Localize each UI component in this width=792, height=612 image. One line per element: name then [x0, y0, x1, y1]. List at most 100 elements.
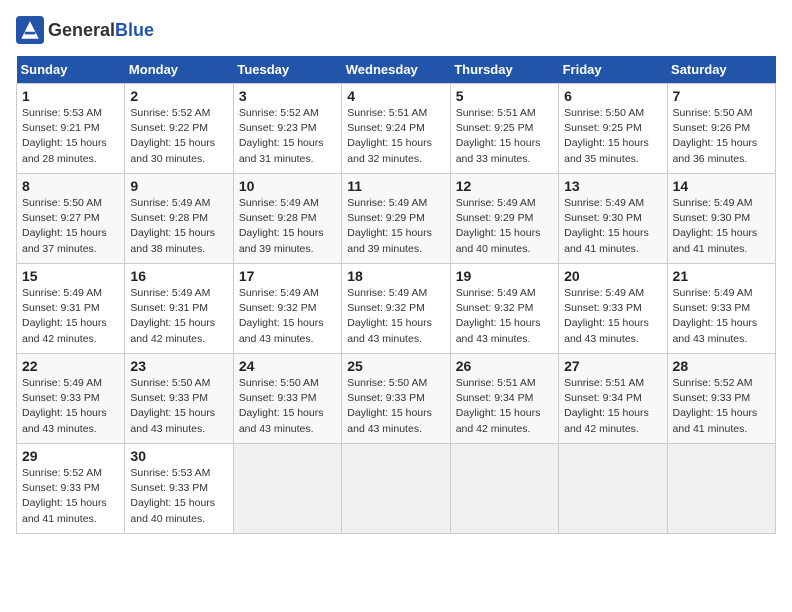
day-number: 3 [239, 88, 336, 104]
calendar-day: 15 Sunrise: 5:49 AMSunset: 9:31 PMDayligh… [17, 264, 125, 354]
calendar-table: SundayMondayTuesdayWednesdayThursdayFrid… [16, 56, 776, 534]
day-info: Sunrise: 5:49 AMSunset: 9:30 PMDaylight:… [673, 197, 758, 255]
day-number: 28 [673, 358, 770, 374]
day-number: 9 [130, 178, 227, 194]
day-number: 6 [564, 88, 661, 104]
calendar-day: 14 Sunrise: 5:49 AMSunset: 9:30 PMDayligh… [667, 174, 775, 264]
weekday-header-thursday: Thursday [450, 56, 558, 84]
calendar-day: 2Sunrise: 5:52 AMSunset: 9:22 PMDaylight… [125, 84, 233, 174]
calendar-day: 16 Sunrise: 5:49 AMSunset: 9:31 PMDayligh… [125, 264, 233, 354]
calendar-day: 29Sunrise: 5:52 AMSunset: 9:33 PMDayligh… [17, 444, 125, 534]
day-info: Sunrise: 5:51 AMSunset: 9:34 PMDaylight:… [564, 377, 649, 435]
calendar-day [559, 444, 667, 534]
day-number: 16 [130, 268, 227, 284]
calendar-day: 28 Sunrise: 5:52 AMSunset: 9:33 PMDayligh… [667, 354, 775, 444]
calendar-day: 9 Sunrise: 5:49 AMSunset: 9:28 PMDaylight… [125, 174, 233, 264]
calendar-day: 23Sunrise: 5:50 AMSunset: 9:33 PMDayligh… [125, 354, 233, 444]
day-info: Sunrise: 5:49 AMSunset: 9:28 PMDaylight:… [239, 197, 324, 255]
day-info: Sunrise: 5:49 AMSunset: 9:29 PMDaylight:… [347, 197, 432, 255]
weekday-header-friday: Friday [559, 56, 667, 84]
day-info: Sunrise: 5:52 AMSunset: 9:33 PMDaylight:… [673, 377, 758, 435]
week-row-5: 29Sunrise: 5:52 AMSunset: 9:33 PMDayligh… [17, 444, 776, 534]
day-number: 17 [239, 268, 336, 284]
day-info: Sunrise: 5:50 AMSunset: 9:33 PMDaylight:… [130, 377, 215, 435]
calendar-day: 7 Sunrise: 5:50 AMSunset: 9:26 PMDaylight… [667, 84, 775, 174]
calendar-day [450, 444, 558, 534]
day-info: Sunrise: 5:50 AMSunset: 9:25 PMDaylight:… [564, 107, 649, 165]
calendar-day: 18 Sunrise: 5:49 AMSunset: 9:32 PMDayligh… [342, 264, 450, 354]
calendar-day: 22 Sunrise: 5:49 AMSunset: 9:33 PMDayligh… [17, 354, 125, 444]
day-info: Sunrise: 5:49 AMSunset: 9:32 PMDaylight:… [347, 287, 432, 345]
calendar-day: 3 Sunrise: 5:52 AMSunset: 9:23 PMDaylight… [233, 84, 341, 174]
calendar-day [667, 444, 775, 534]
calendar-day: 27 Sunrise: 5:51 AMSunset: 9:34 PMDayligh… [559, 354, 667, 444]
week-row-1: 1Sunrise: 5:53 AMSunset: 9:21 PMDaylight… [17, 84, 776, 174]
day-number: 15 [22, 268, 119, 284]
day-number: 12 [456, 178, 553, 194]
day-number: 25 [347, 358, 444, 374]
day-number: 7 [673, 88, 770, 104]
calendar-day [233, 444, 341, 534]
calendar-day [342, 444, 450, 534]
day-info: Sunrise: 5:49 AMSunset: 9:32 PMDaylight:… [456, 287, 541, 345]
day-info: Sunrise: 5:50 AMSunset: 9:27 PMDaylight:… [22, 197, 107, 255]
day-number: 8 [22, 178, 119, 194]
day-info: Sunrise: 5:49 AMSunset: 9:33 PMDaylight:… [673, 287, 758, 345]
calendar-day: 11 Sunrise: 5:49 AMSunset: 9:29 PMDayligh… [342, 174, 450, 264]
calendar-day: 6 Sunrise: 5:50 AMSunset: 9:25 PMDaylight… [559, 84, 667, 174]
day-info: Sunrise: 5:49 AMSunset: 9:31 PMDaylight:… [22, 287, 107, 345]
day-info: Sunrise: 5:52 AMSunset: 9:23 PMDaylight:… [239, 107, 324, 165]
day-info: Sunrise: 5:49 AMSunset: 9:33 PMDaylight:… [22, 377, 107, 435]
calendar-day: 17 Sunrise: 5:49 AMSunset: 9:32 PMDayligh… [233, 264, 341, 354]
calendar-day: 1Sunrise: 5:53 AMSunset: 9:21 PMDaylight… [17, 84, 125, 174]
day-info: Sunrise: 5:53 AMSunset: 9:33 PMDaylight:… [130, 467, 215, 525]
day-info: Sunrise: 5:49 AMSunset: 9:29 PMDaylight:… [456, 197, 541, 255]
day-number: 13 [564, 178, 661, 194]
day-number: 1 [22, 88, 119, 104]
weekday-header-wednesday: Wednesday [342, 56, 450, 84]
weekday-header-saturday: Saturday [667, 56, 775, 84]
generalblue-logo-icon [16, 16, 44, 44]
calendar-day: 30 Sunrise: 5:53 AMSunset: 9:33 PMDayligh… [125, 444, 233, 534]
day-info: Sunrise: 5:50 AMSunset: 9:33 PMDaylight:… [347, 377, 432, 435]
calendar-day: 24Sunrise: 5:50 AMSunset: 9:33 PMDayligh… [233, 354, 341, 444]
calendar-day: 26 Sunrise: 5:51 AMSunset: 9:34 PMDayligh… [450, 354, 558, 444]
calendar-day: 10 Sunrise: 5:49 AMSunset: 9:28 PMDayligh… [233, 174, 341, 264]
day-info: Sunrise: 5:51 AMSunset: 9:24 PMDaylight:… [347, 107, 432, 165]
calendar-day: 21 Sunrise: 5:49 AMSunset: 9:33 PMDayligh… [667, 264, 775, 354]
day-info: Sunrise: 5:49 AMSunset: 9:28 PMDaylight:… [130, 197, 215, 255]
day-number: 20 [564, 268, 661, 284]
calendar-day: 5 Sunrise: 5:51 AMSunset: 9:25 PMDaylight… [450, 84, 558, 174]
calendar-day: 13 Sunrise: 5:49 AMSunset: 9:30 PMDayligh… [559, 174, 667, 264]
day-number: 10 [239, 178, 336, 194]
day-number: 2 [130, 88, 227, 104]
day-info: Sunrise: 5:49 AMSunset: 9:32 PMDaylight:… [239, 287, 324, 345]
logo-blue-text: Blue [115, 20, 154, 40]
weekday-header-tuesday: Tuesday [233, 56, 341, 84]
day-number: 24 [239, 358, 336, 374]
day-number: 26 [456, 358, 553, 374]
weekday-header-sunday: Sunday [17, 56, 125, 84]
logo: GeneralBlue [16, 16, 154, 44]
day-number: 21 [673, 268, 770, 284]
day-number: 5 [456, 88, 553, 104]
day-info: Sunrise: 5:49 AMSunset: 9:33 PMDaylight:… [564, 287, 649, 345]
day-number: 19 [456, 268, 553, 284]
day-info: Sunrise: 5:51 AMSunset: 9:25 PMDaylight:… [456, 107, 541, 165]
day-number: 22 [22, 358, 119, 374]
day-number: 11 [347, 178, 444, 194]
day-info: Sunrise: 5:50 AMSunset: 9:26 PMDaylight:… [673, 107, 758, 165]
day-number: 30 [130, 448, 227, 464]
day-number: 14 [673, 178, 770, 194]
day-info: Sunrise: 5:49 AMSunset: 9:30 PMDaylight:… [564, 197, 649, 255]
day-number: 18 [347, 268, 444, 284]
day-info: Sunrise: 5:52 AMSunset: 9:33 PMDaylight:… [22, 467, 107, 525]
day-info: Sunrise: 5:51 AMSunset: 9:34 PMDaylight:… [456, 377, 541, 435]
day-number: 27 [564, 358, 661, 374]
day-info: Sunrise: 5:49 AMSunset: 9:31 PMDaylight:… [130, 287, 215, 345]
calendar-day: 8 Sunrise: 5:50 AMSunset: 9:27 PMDaylight… [17, 174, 125, 264]
weekday-header-monday: Monday [125, 56, 233, 84]
calendar-day: 20 Sunrise: 5:49 AMSunset: 9:33 PMDayligh… [559, 264, 667, 354]
calendar-day: 12 Sunrise: 5:49 AMSunset: 9:29 PMDayligh… [450, 174, 558, 264]
week-row-2: 8 Sunrise: 5:50 AMSunset: 9:27 PMDaylight… [17, 174, 776, 264]
